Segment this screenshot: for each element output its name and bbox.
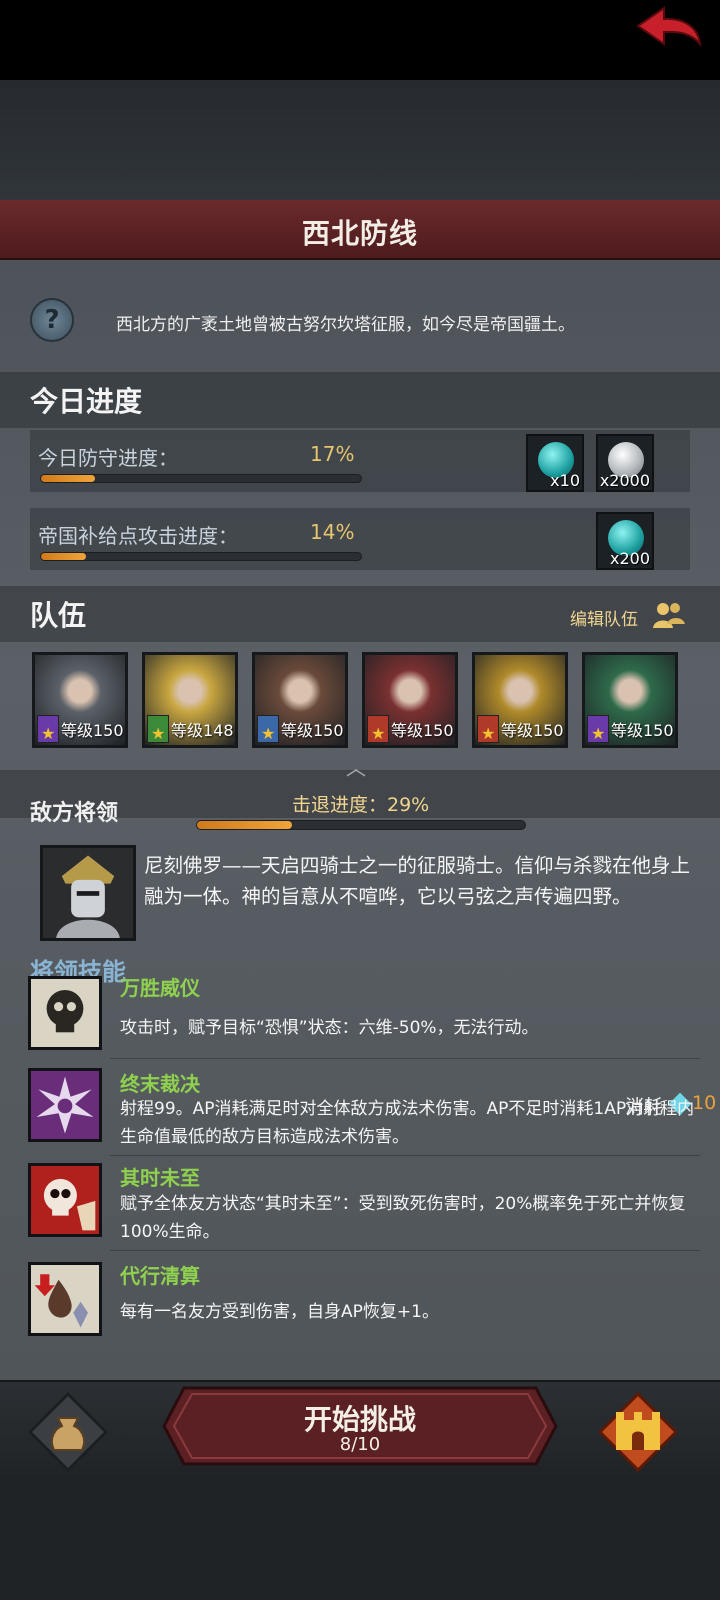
status-bar: [0, 0, 720, 80]
attempts-count: 8/10: [339, 1434, 381, 1455]
hero-card[interactable]: ★ 等级150: [252, 652, 348, 748]
repel-progress-fill: [197, 821, 293, 829]
hero-level: 等级150: [611, 721, 674, 740]
start-challenge-label: 开始挑战: [303, 1403, 416, 1436]
castle-button-icon[interactable]: [598, 1392, 678, 1472]
star-icon: ★: [481, 724, 496, 743]
repel-progress-label: 击退进度：29%: [292, 794, 430, 816]
red-skull-icon[interactable]: [28, 1163, 102, 1237]
skill-description: 攻击时，赋予目标“恐惧”状态：六维-50%，无法行动。: [120, 1018, 539, 1038]
boss-description: 尼刻佛罗——天启四骑士之一的征服骑士。信仰与杀戮在他身上融为一体。神的旨意从不喧…: [144, 854, 691, 908]
header-bar: 西北防线: [0, 200, 720, 260]
page-title: 西北防线: [301, 217, 418, 250]
hero-card[interactable]: ★ 等级150: [472, 652, 568, 748]
defense-progress-percent: 17%: [310, 442, 355, 466]
star-icon: ★: [151, 724, 166, 743]
star-icon: ★: [261, 724, 276, 743]
supply-attack-progress-fill: [41, 553, 86, 560]
boss-portrait[interactable]: [40, 845, 136, 941]
hero-card[interactable]: ★ 等级148: [142, 652, 238, 748]
hero-level: 等级148: [171, 721, 234, 740]
skill-divider: [110, 1155, 700, 1156]
repel-progress-track: [196, 820, 526, 830]
edit-team-icon[interactable]: [652, 600, 686, 630]
skill-divider: [110, 1058, 700, 1059]
help-icon[interactable]: ?: [30, 298, 74, 342]
hero-card[interactable]: ★ 等级150: [582, 652, 678, 748]
star-icon: ★: [371, 724, 386, 743]
skull-icon[interactable]: [28, 976, 102, 1050]
skill-name: 其时未至: [120, 1166, 200, 1190]
reward-teal-gem[interactable]: x10: [526, 434, 584, 492]
skill-description: 射程99。AP消耗满足时对全体敌方成法术伤害。AP不足时消耗1AP对射程内生命值…: [120, 1099, 695, 1147]
defense-progress-fill: [41, 475, 96, 482]
hero-level: 等级150: [281, 721, 344, 740]
hero-level: 等级150: [61, 721, 124, 740]
reward-silver-coin[interactable]: x2000: [596, 434, 654, 492]
enemy-section-title: 敌方将领: [30, 801, 119, 826]
supply-attack-progress-label: 帝国补给点攻击进度：: [38, 524, 238, 548]
defense-progress-label: 今日防守进度：: [38, 446, 178, 470]
skill-name: 代行清算: [120, 1264, 200, 1288]
skill-description: 每有一名友方受到伤害，自身AP恢复+1。: [120, 1302, 439, 1322]
hero-card[interactable]: ★ 等级150: [32, 652, 128, 748]
area-description: 西北方的广袤土地曾被古努尔坎塔征服，如今尽是帝国疆土。: [116, 315, 575, 335]
skill-name: 万胜威仪: [120, 976, 200, 1000]
supply-attack-progress-percent: 14%: [310, 520, 355, 544]
supply-attack-progress-track: [40, 552, 362, 561]
star-icon: ★: [591, 724, 606, 743]
reward-qty: x200: [609, 549, 650, 568]
edit-team-button[interactable]: 编辑队伍: [570, 605, 638, 630]
bag-button-icon[interactable]: [28, 1392, 108, 1472]
scene-background: [0, 80, 720, 200]
hero-card[interactable]: ★ 等级150: [362, 652, 458, 748]
drop-icon[interactable]: [28, 1262, 102, 1336]
reward-qty: x10: [550, 471, 580, 490]
reward-qty: x2000: [599, 471, 650, 490]
back-arrow-icon[interactable]: [634, 6, 704, 52]
navigation-area: [0, 1480, 720, 1600]
defense-progress-row: 今日防守进度： 17%: [30, 430, 690, 492]
team-section-title: 队伍: [30, 599, 87, 632]
hero-level: 等级150: [501, 721, 564, 740]
progress-section-title: 今日进度: [30, 385, 143, 418]
skill-description: 赋予全体友方状态“其时未至”：受到致死伤害时，20%概率免于死亡并恢复100%生…: [120, 1194, 686, 1242]
skill-divider: [110, 1250, 700, 1251]
hero-level: 等级150: [391, 721, 454, 740]
supply-attack-progress-row: 帝国补给点攻击进度： 14%: [30, 508, 690, 570]
skill-name: 终末裁决: [120, 1072, 200, 1096]
burst-icon[interactable]: [28, 1068, 102, 1142]
star-icon: ★: [41, 724, 56, 743]
reward-teal-gem[interactable]: x200: [596, 512, 654, 570]
defense-progress-track: [40, 474, 362, 483]
